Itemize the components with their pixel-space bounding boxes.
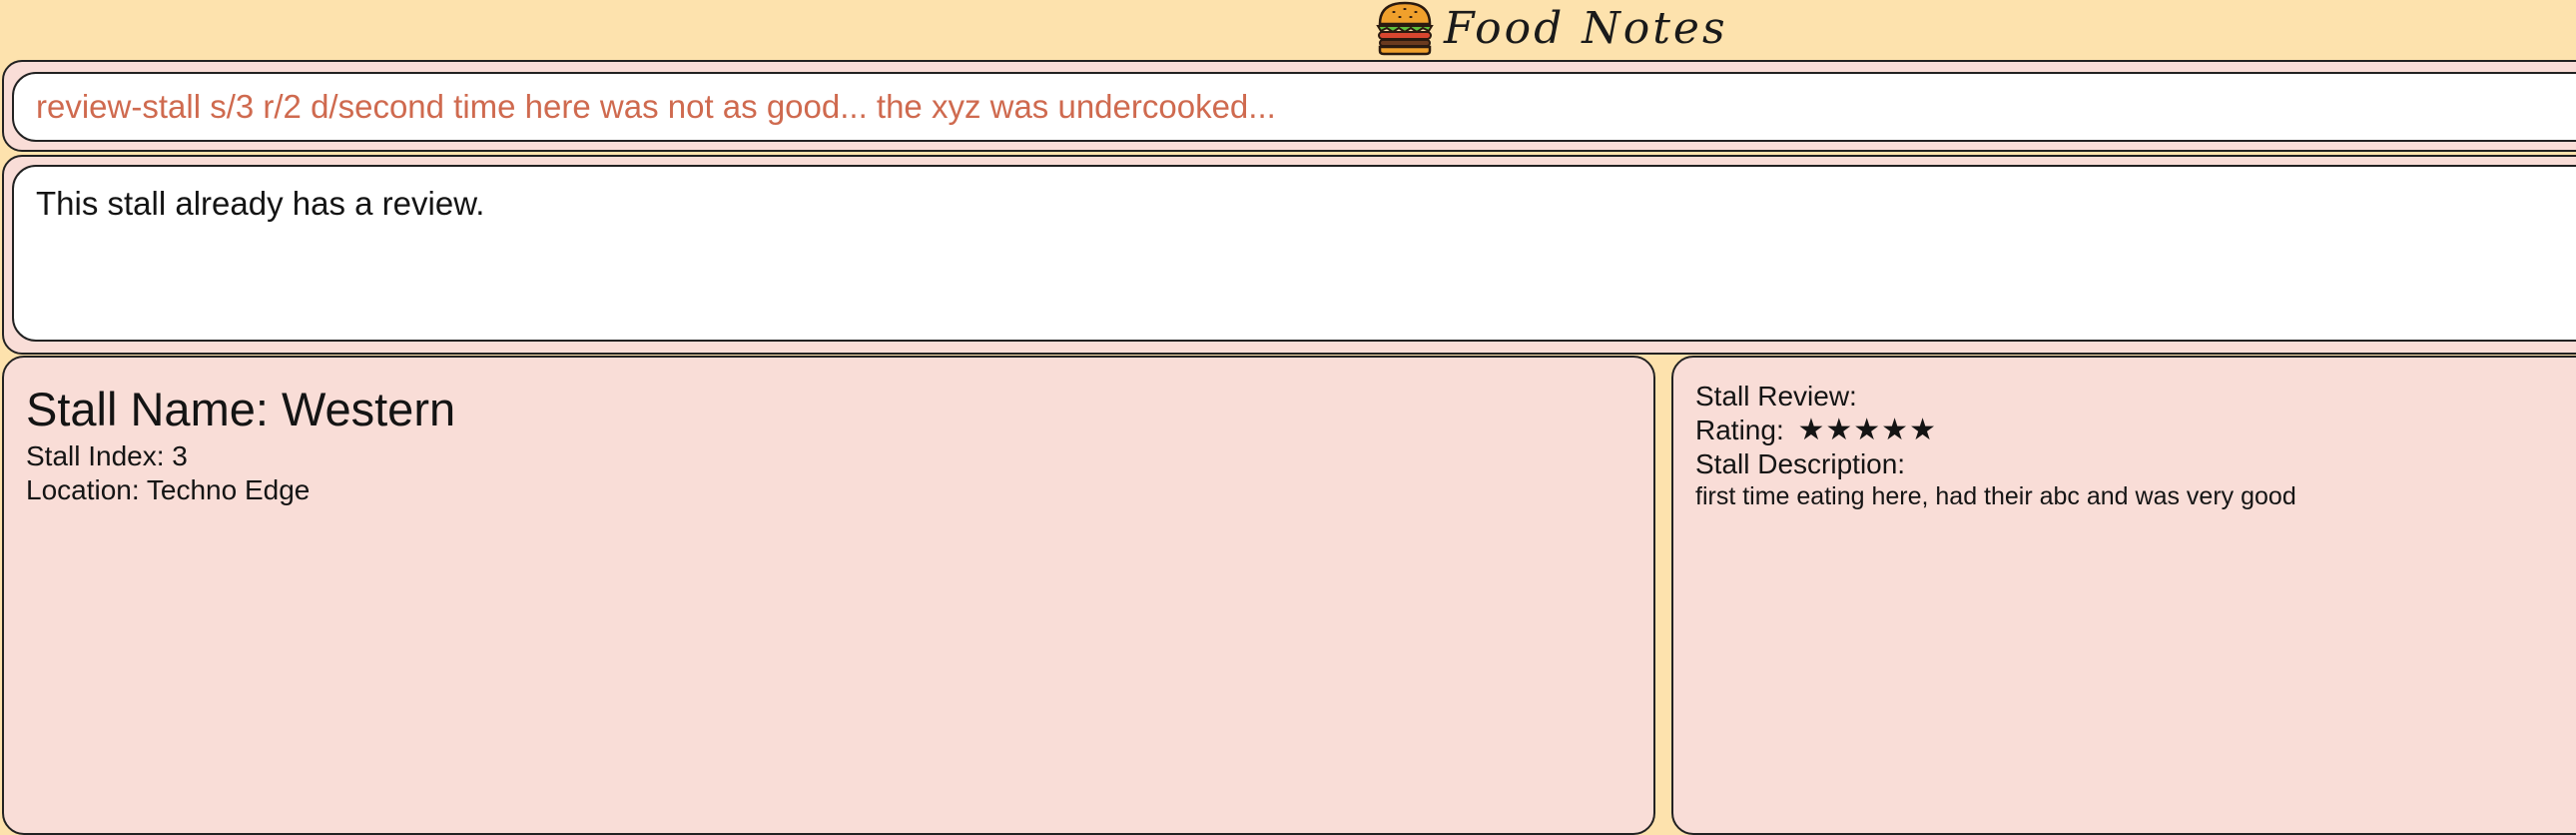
stall-review-panel: Stall Review: Rating: ★★★★★ Stall Descri… [1671,356,2576,835]
stall-name: Stall Name: Western [26,383,456,435]
result-message: This stall already has a review. [36,185,485,222]
description-heading: Stall Description: [1695,448,1906,479]
star-rating-icon: ★★★★★ [1797,413,1937,447]
stall-details-panel: Stall Name: Western Stall Index: 3 Locat… [2,356,1655,835]
review-heading: Stall Review: [1695,381,1857,412]
rating-label: Rating: [1695,415,1784,445]
result-display[interactable]: This stall already has a review. [12,165,2576,342]
stall-location: Location: Techno Edge [26,474,311,505]
burger-icon [1376,1,1434,56]
app-title: Food Notes [1444,3,1728,54]
app-header: Food Notes [0,0,2576,58]
rating-row: Rating: ★★★★★ [1695,414,1937,447]
description-text: first time eating here, had their abc an… [1695,482,2296,510]
command-input[interactable] [12,72,2576,142]
stall-index: Stall Index: 3 [26,440,188,471]
